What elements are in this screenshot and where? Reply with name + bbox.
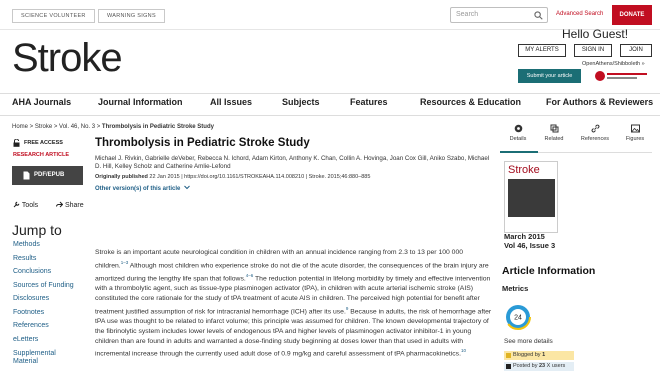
chevron-down-icon [184,185,190,190]
nav-subjects[interactable]: Subjects [282,97,320,107]
metrics-heading: Metrics [502,284,529,293]
other-versions-link[interactable]: Other version(s) of this article [95,185,190,192]
tools-label: Tools [21,202,39,209]
free-access-label: FREE ACCESS [24,140,63,146]
share-icon [56,201,64,208]
join-button[interactable]: JOIN [620,44,652,57]
see-more-details-link[interactable]: See more details [504,338,553,345]
unlock-icon [13,139,20,147]
article-type-label: RESEARCH ARTICLE [13,152,70,158]
jump-material[interactable]: Material [13,358,38,365]
body-text-4: Because in adults, the risk of hemorrhag… [95,308,492,358]
link-icon [591,124,599,133]
breadcrumb-journal[interactable]: Stroke [35,124,52,130]
nav-aha-journals[interactable]: AHA Journals [12,97,71,107]
share-button[interactable]: Share [56,201,84,209]
publication-info: Originally published 22 Jan 2015 | https… [95,174,370,180]
nav-for-authors-reviewers[interactable]: For Authors & Reviewers [546,97,653,107]
journal-cover[interactable]: Stroke [504,161,558,233]
search-placeholder: Search [456,11,479,18]
greeting: Hello Guest! [562,27,629,41]
blogged-count: 1 [542,352,546,358]
pub-details: 22 Jan 2015 | https://doi.org/10.1161/ST… [149,174,371,180]
donate-button[interactable]: DONATE [612,5,652,25]
tab-details[interactable]: Details [500,124,536,142]
jump-methods[interactable]: Methods [13,241,40,248]
active-tab-indicator [500,151,538,153]
search-icon[interactable] [534,11,543,20]
journal-logo[interactable]: Stroke [12,36,123,81]
breadcrumb-current: Thrombolysis in Pediatric Stroke Study [101,124,214,130]
blogged-mention[interactable]: Blogged by 1 [504,351,574,360]
jump-disclosures[interactable]: Disclosures [13,295,49,302]
sign-in-button[interactable]: SIGN IN [574,44,612,57]
article-body: Stroke is an important acute neurologica… [95,248,493,360]
pdf-epub-label: PDF/EPUB [34,172,65,178]
nav-all-issues[interactable]: All Issues [210,97,252,107]
nav-resources-education[interactable]: Resources & Education [420,97,521,107]
submit-article-button[interactable]: Submit your article [518,69,581,83]
jump-supplemental[interactable]: Supplemental [13,350,56,357]
tab-references-label: References [580,136,610,142]
article-information-heading: Article Information [502,265,596,277]
warning-signs-link[interactable]: WARNING SIGNS [98,9,165,23]
cover-image [508,179,555,217]
other-versions-label: Other version(s) of this article [95,186,181,192]
cover-date: March 2015 [504,232,545,241]
nav-features[interactable]: Features [350,97,388,107]
x-icon [506,364,511,369]
share-label: Share [64,202,84,209]
advanced-search-link[interactable]: Advanced Search [556,11,603,17]
breadcrumb: Home > Stroke > Vol. 46, No. 3 > Thrombo… [12,124,214,130]
jump-to-heading: Jump to [12,222,62,238]
tab-related-label: Related [544,136,564,142]
citation-link[interactable]: 10 [461,348,466,353]
altmetric-score: 24 [514,315,522,322]
tab-figures-label: Figures [625,136,645,142]
blog-icon [506,353,511,358]
cover-volume: Vol 46, Issue 3 [504,241,556,250]
jump-references[interactable]: References [13,322,49,329]
jump-sources-of-funding[interactable]: Sources of Funding [13,282,74,289]
tab-figures[interactable]: Figures [617,124,653,142]
tab-details-label: Details [509,136,527,142]
tools-button[interactable]: Tools [13,201,38,209]
blogged-prefix: Blogged by [513,352,543,358]
pdf-icon [23,171,30,180]
eye-icon [514,124,522,133]
jump-footnotes[interactable]: Footnotes [13,309,44,316]
institution-logo-icon [595,71,647,81]
breadcrumb-issue[interactable]: Vol. 46, No. 3 [59,124,95,130]
jump-conclusions[interactable]: Conclusions [13,268,51,275]
jump-eletters[interactable]: eLetters [13,336,38,343]
related-icon [550,124,558,133]
wrench-icon [13,201,20,208]
jump-results[interactable]: Results [13,255,36,262]
pdf-epub-button[interactable]: PDF/EPUB [12,166,83,185]
x-users-mention[interactable]: Posted by 23 X users [504,362,574,371]
breadcrumb-home[interactable]: Home [12,124,28,130]
science-volunteer-link[interactable]: SCIENCE VOLUNTEER [12,9,95,23]
cover-title: Stroke [508,164,540,176]
tab-references[interactable]: References [577,124,613,142]
altmetric-badge[interactable]: 24 [505,304,531,330]
openathens-link[interactable]: OpenAthens/Shibboleth » [582,61,645,67]
posted-suffix: X users [545,363,566,369]
nav-journal-information[interactable]: Journal Information [98,97,183,107]
image-icon [630,124,640,133]
my-alerts-button[interactable]: MY ALERTS [518,44,566,57]
tab-related[interactable]: Related [536,124,572,142]
search-input[interactable]: Search [450,7,548,23]
posted-prefix: Posted by [513,363,539,369]
article-title: Thrombolysis in Pediatric Stroke Study [95,137,310,149]
pub-prefix: Originally published [95,174,148,180]
article-authors[interactable]: Michael J. Rivkin, Gabrielle deVeber, Re… [95,155,490,171]
